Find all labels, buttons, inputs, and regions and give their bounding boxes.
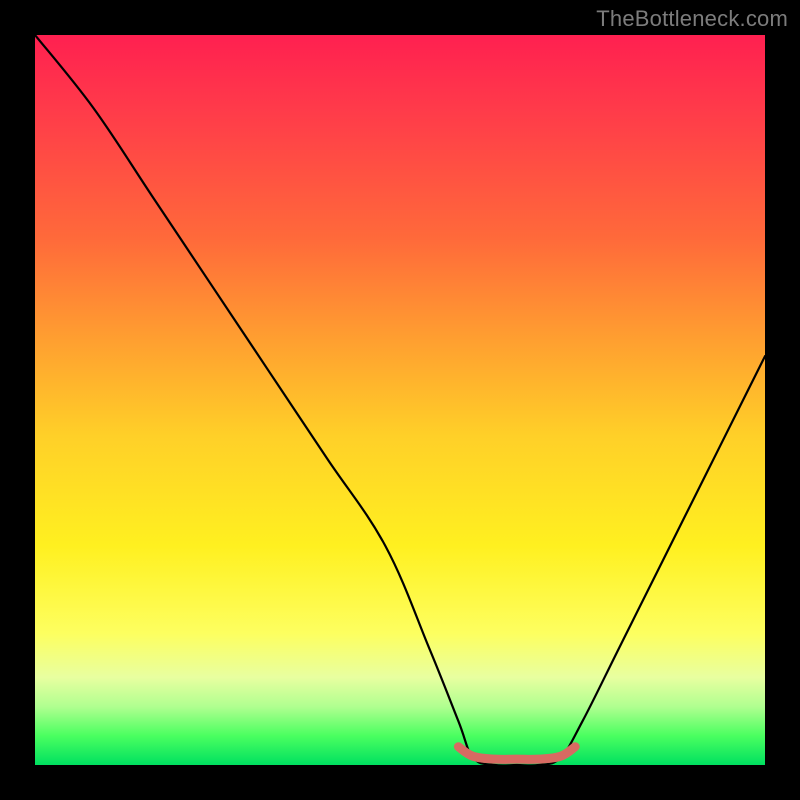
- watermark-text: TheBottleneck.com: [596, 6, 788, 32]
- flat-bottom-highlight: [458, 747, 575, 760]
- bottleneck-curve: [35, 35, 765, 765]
- chart-frame: TheBottleneck.com: [0, 0, 800, 800]
- plot-area: [35, 35, 765, 765]
- curve-layer: [35, 35, 765, 765]
